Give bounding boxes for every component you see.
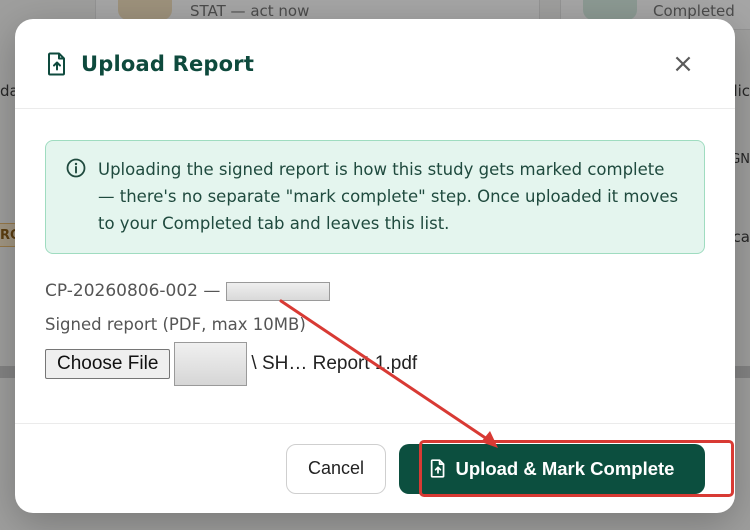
modal-header: Upload Report × (15, 19, 735, 109)
redacted-file-name (174, 342, 248, 386)
info-icon (66, 158, 86, 237)
selected-file-name: \ SH… Report 1.pdf (251, 353, 418, 374)
choose-file-button[interactable]: Choose File (45, 349, 171, 379)
close-button[interactable]: × (669, 48, 697, 79)
study-id: CP-20260806-002 — (45, 281, 221, 301)
upload-mark-complete-button[interactable]: Upload & Mark Complete (399, 443, 705, 494)
file-upload-icon (47, 52, 67, 76)
modal-title: Upload Report (81, 51, 255, 76)
modal-footer: Cancel Upload & Mark Complete (15, 423, 735, 513)
redacted-patient-name (226, 281, 331, 301)
info-callout: Uploading the signed report is how this … (45, 140, 705, 254)
cancel-button[interactable]: Cancel (285, 443, 386, 494)
file-upload-icon (430, 459, 446, 478)
upload-report-modal: Upload Report × Uploading the signed rep… (15, 19, 735, 513)
modal-title-group: Upload Report (47, 52, 254, 76)
file-input: Choose File \ SH… Report 1.pdf (45, 342, 705, 386)
modal-body: Uploading the signed report is how this … (15, 109, 735, 386)
info-text: Uploading the signed report is how this … (98, 160, 679, 233)
primary-button-label: Upload & Mark Complete (455, 457, 675, 479)
file-field-label: Signed report (PDF, max 10MB) (45, 315, 306, 334)
study-identifier: CP-20260806-002 — (45, 281, 705, 301)
close-icon: × (672, 48, 694, 79)
